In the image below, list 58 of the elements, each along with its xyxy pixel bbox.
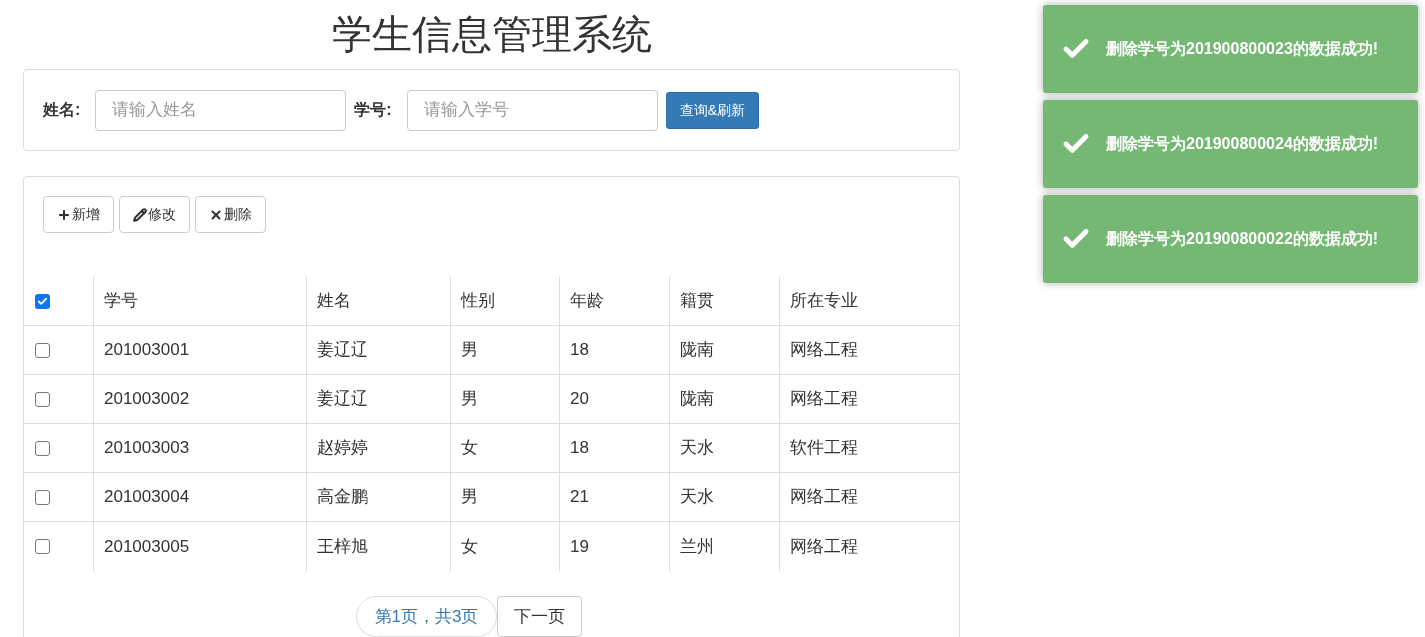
row-checkbox[interactable] — [35, 440, 50, 456]
table-cell-text: 18 — [570, 339, 589, 362]
row-checkbox[interactable] — [35, 539, 50, 554]
select-all-checkbox[interactable] — [35, 293, 50, 309]
row-checkbox[interactable] — [35, 342, 50, 358]
table-cell-text: 女 — [461, 535, 478, 558]
search-input[interactable]: 请输入学号 — [406, 89, 658, 131]
toolbar-button[interactable]: 删除 — [195, 196, 266, 233]
table-cell-text: 201003004 — [104, 486, 190, 509]
table-cell-text: 王梓旭 — [317, 535, 368, 558]
row-checkbox[interactable] — [35, 391, 50, 407]
next-page-button[interactable]: 下一页 — [497, 596, 583, 637]
table-cell-text: 姜辽辽 — [317, 388, 368, 411]
table-cell-text: 201003001 — [104, 339, 190, 362]
column-header: 学号 — [104, 290, 138, 313]
toast-message: 删除学号为201900800023的数据成功! — [1106, 39, 1380, 59]
row-checkbox[interactable] — [35, 489, 50, 505]
toast-message: 删除学号为201900800022的数据成功! — [1106, 229, 1380, 249]
query-button[interactable]: 查询&刷新 — [665, 91, 759, 129]
edit-icon — [133, 207, 147, 222]
table-cell-text: 201003005 — [104, 535, 190, 558]
table-cell-text: 18 — [570, 437, 589, 460]
table-cell-text: 201003003 — [104, 437, 190, 460]
page-title: 学生信息管理系统 — [331, 11, 652, 58]
toast-message: 删除学号为201900800024的数据成功! — [1106, 134, 1380, 154]
table-cell-text: 陇南 — [680, 339, 714, 362]
field-label: 姓名: — [43, 100, 81, 120]
column-header: 年龄 — [570, 290, 604, 313]
table-cell-text: 兰州 — [680, 535, 714, 558]
table-cell-text: 软件工程 — [790, 437, 858, 460]
field-label: 学号: — [354, 100, 392, 120]
table-cell-text: 网络工程 — [790, 388, 858, 411]
column-header: 籍贯 — [680, 290, 714, 313]
table-cell-text: 陇南 — [680, 388, 714, 411]
column-header: 姓名 — [317, 290, 351, 313]
table-cell-text: 网络工程 — [790, 535, 858, 558]
delete-icon — [209, 207, 223, 222]
table-cell-text: 天水 — [680, 486, 714, 509]
table-cell-text: 男 — [461, 486, 478, 509]
table-cell-text: 赵婷婷 — [317, 437, 368, 460]
table-cell-text: 21 — [570, 486, 589, 509]
column-header: 性别 — [461, 290, 495, 313]
table-cell-text: 网络工程 — [790, 339, 858, 362]
table-cell-text: 20 — [570, 388, 589, 411]
table-cell-text: 男 — [461, 388, 478, 411]
table-cell-text: 天水 — [680, 437, 714, 460]
toolbar-button[interactable]: 修改 — [119, 196, 190, 233]
table-cell-text: 201003002 — [104, 388, 190, 411]
table-cell-text: 姜辽辽 — [317, 339, 368, 362]
table-cell-text: 网络工程 — [790, 486, 858, 509]
table-cell-text: 女 — [461, 437, 478, 460]
column-header: 所在专业 — [790, 290, 858, 313]
table-cell-text: 高金鹏 — [317, 486, 368, 509]
table-cell-text: 男 — [461, 339, 478, 362]
toolbar-button[interactable]: 新增 — [43, 196, 114, 233]
add-icon — [57, 207, 71, 222]
table-cell-text: 19 — [570, 535, 589, 558]
search-input[interactable]: 请输入姓名 — [95, 89, 347, 131]
